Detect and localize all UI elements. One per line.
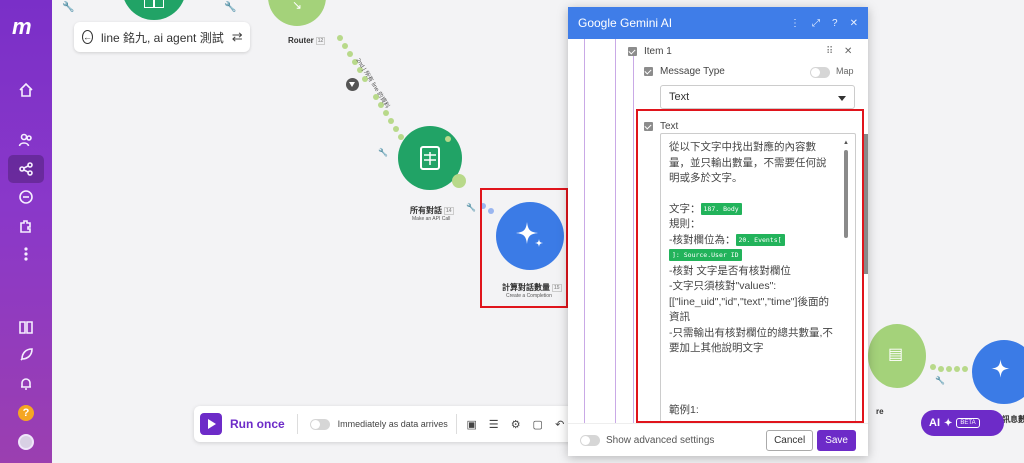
- advanced-settings-label: Show advanced settings: [606, 434, 715, 446]
- wrench-icon[interactable]: 🔧: [935, 376, 945, 385]
- router-label: Router 12: [288, 36, 326, 45]
- wrench-icon[interactable]: 🔧: [466, 203, 476, 212]
- gemini-node-right[interactable]: [972, 340, 1024, 404]
- more-vertical-icon[interactable]: ⋮: [790, 18, 800, 29]
- remove-item-icon[interactable]: ✕: [844, 46, 852, 57]
- sheets-node-label: 所有對話 14: [410, 206, 454, 215]
- message-type-checkbox[interactable]: [644, 67, 653, 76]
- router-arrow-icon: ↘: [292, 0, 303, 12]
- module-settings-panel: Google Gemini AI ⋮ ⤢ ? ✕ Item 1 ⠿ ✕ Mess…: [568, 7, 868, 456]
- document-icon: ▤: [888, 346, 904, 363]
- rocket-icon[interactable]: [8, 341, 44, 369]
- scenario-canvas[interactable]: ← line 銘九, ai agent 測試 ⇄ 🔧 🔧 ↘ Router 12 …: [52, 0, 1024, 463]
- home-icon[interactable]: [8, 76, 44, 104]
- note-icon[interactable]: ▢: [531, 418, 545, 431]
- partial-node-right[interactable]: ▤: [868, 324, 926, 388]
- tune-icon[interactable]: ⇄: [232, 29, 243, 45]
- save-button[interactable]: Save: [817, 429, 856, 451]
- search-input[interactable]: line 銘九, ai agent 測試: [101, 29, 224, 46]
- wrench-icon[interactable]: 🔧: [224, 2, 236, 13]
- avatar[interactable]: [18, 434, 34, 450]
- run-once-button[interactable]: Run once: [230, 417, 285, 431]
- expand-icon[interactable]: ⤢: [812, 18, 820, 29]
- scenario-search[interactable]: ← line 銘九, ai agent 測試 ⇄: [74, 22, 250, 52]
- partial-node-label-2: 訊息數: [1002, 415, 1024, 424]
- cancel-button[interactable]: Cancel: [766, 429, 814, 451]
- panel-footer: Show advanced settings Cancel Save: [568, 423, 868, 456]
- gear-icon[interactable]: ⚙: [509, 418, 523, 431]
- make-logo[interactable]: m: [12, 14, 31, 40]
- partial-node-label: re: [876, 407, 884, 416]
- filter-icon[interactable]: [346, 78, 359, 91]
- bell-icon[interactable]: [8, 370, 44, 398]
- map-toggle[interactable]: [810, 67, 830, 78]
- left-sidebar: m ?: [0, 0, 52, 463]
- item-label: Item 1: [644, 46, 672, 57]
- undo-icon[interactable]: ↶: [553, 418, 567, 431]
- ai-assistant-button[interactable]: AI ✦ BETA: [921, 410, 1004, 436]
- wrench-icon[interactable]: 🔧: [62, 2, 74, 13]
- chevron-down-icon: [838, 96, 846, 101]
- panel-scrollbar[interactable]: [864, 134, 868, 274]
- route-label[interactable]: 2nd | 所有 line 的資料: [354, 56, 392, 110]
- drag-handle-icon[interactable]: ⠿: [826, 46, 833, 57]
- wrench-icon[interactable]: 🔧: [378, 148, 388, 157]
- immediately-toggle[interactable]: [309, 418, 330, 430]
- sheets-node-sub: Make an API Call: [412, 216, 451, 222]
- message-type-label: Message Type: [660, 66, 725, 77]
- table-icon[interactable]: ☰: [487, 418, 501, 431]
- sparkle-icon: ✦: [944, 417, 953, 429]
- map-label: Map: [836, 66, 854, 76]
- help-icon[interactable]: ?: [18, 405, 34, 421]
- panel-header: Google Gemini AI ⋮ ⤢ ? ✕: [568, 7, 868, 39]
- sparkle-icon: [991, 359, 1010, 378]
- close-icon[interactable]: ✕: [850, 18, 858, 29]
- play-icon[interactable]: [200, 413, 222, 435]
- sheets-icon: [420, 146, 440, 170]
- sheets-icon: [144, 0, 164, 8]
- highlight-gemini-node: [480, 188, 568, 308]
- help-icon[interactable]: ?: [832, 18, 838, 29]
- scenarios-icon[interactable]: [8, 155, 44, 183]
- router-node[interactable]: ↘: [268, 0, 326, 26]
- save-icon[interactable]: ▣: [465, 418, 479, 431]
- sheets-node-top[interactable]: [122, 0, 186, 20]
- connections-icon[interactable]: [8, 183, 44, 211]
- more-icon[interactable]: [8, 240, 44, 268]
- advanced-settings-toggle[interactable]: [580, 434, 600, 446]
- highlight-text-field: [636, 109, 864, 423]
- panel-body: Item 1 ⠿ ✕ Message Type Map Text Text 從以…: [568, 39, 868, 423]
- back-arrow-icon[interactable]: ←: [82, 30, 93, 44]
- message-type-select[interactable]: Text: [660, 85, 855, 109]
- panel-title: Google Gemini AI: [578, 16, 673, 30]
- item-collapse-checkbox[interactable]: [628, 47, 637, 56]
- book-icon[interactable]: [8, 313, 44, 341]
- team-icon[interactable]: [8, 126, 44, 154]
- bottom-toolbar: Run once Immediately as data arrives ▣ ☰…: [194, 406, 614, 442]
- immediately-label: Immediately as data arrives: [337, 419, 448, 429]
- puzzle-icon[interactable]: [8, 212, 44, 240]
